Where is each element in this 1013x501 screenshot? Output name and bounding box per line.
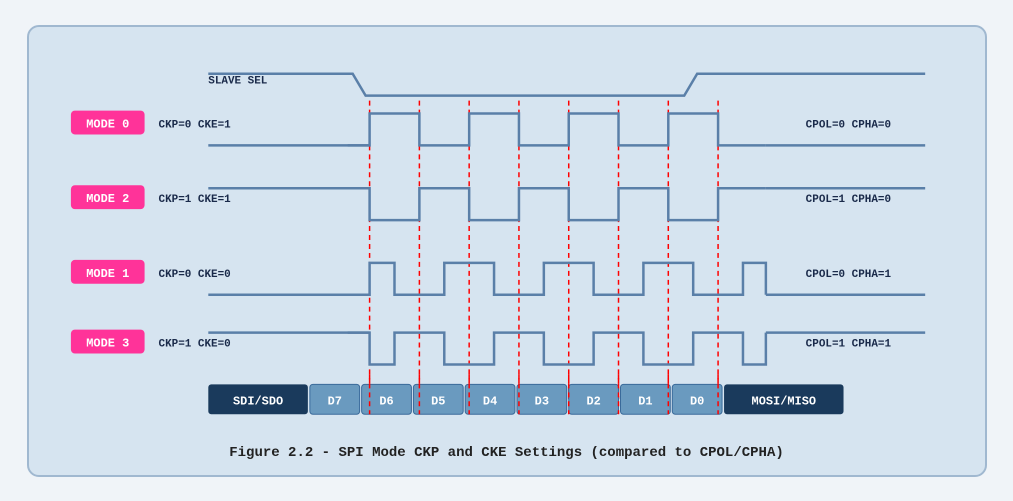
mode0-params: CKP=0 CKE=1: [158, 119, 231, 131]
d6-label: D6: [379, 394, 393, 408]
mode1-params: CKP=0 CKE=0: [158, 268, 230, 280]
mode0-cpol-cpha: CPOL=0 CPHA=0: [805, 119, 890, 131]
d0-label: D0: [690, 394, 704, 408]
mode2-label: MODE 2: [86, 192, 129, 206]
mode3-label: MODE 3: [86, 336, 129, 350]
diagram-container: text.mono { font-family: 'Courier New', …: [27, 25, 987, 477]
slave-sel-label: SLAVE SEL: [208, 75, 267, 87]
d3-label: D3: [534, 394, 548, 408]
mode1-cpol-cpha: CPOL=0 CPHA=1: [805, 268, 891, 280]
mosi-miso-label: MOSI/MISO: [751, 394, 815, 408]
waveform-diagram: text.mono { font-family: 'Courier New', …: [49, 45, 965, 435]
sdi-sdo-label: SDI/SDO: [233, 394, 283, 408]
mode1-label: MODE 1: [86, 266, 129, 280]
d2-label: D2: [586, 394, 600, 408]
d1-label: D1: [638, 394, 652, 408]
mode3-params: CKP=1 CKE=0: [158, 338, 230, 350]
mode2-params: CKP=1 CKE=1: [158, 194, 231, 206]
mode3-cpol-cpha: CPOL=1 CPHA=1: [805, 338, 891, 350]
d7-label: D7: [327, 394, 341, 408]
figure-caption: Figure 2.2 - SPI Mode CKP and CKE Settin…: [49, 445, 965, 461]
mode0-label: MODE 0: [86, 117, 129, 131]
d5-label: D5: [431, 394, 445, 408]
d4-label: D4: [482, 394, 496, 408]
mode2-cpol-cpha: CPOL=1 CPHA=0: [805, 194, 890, 206]
